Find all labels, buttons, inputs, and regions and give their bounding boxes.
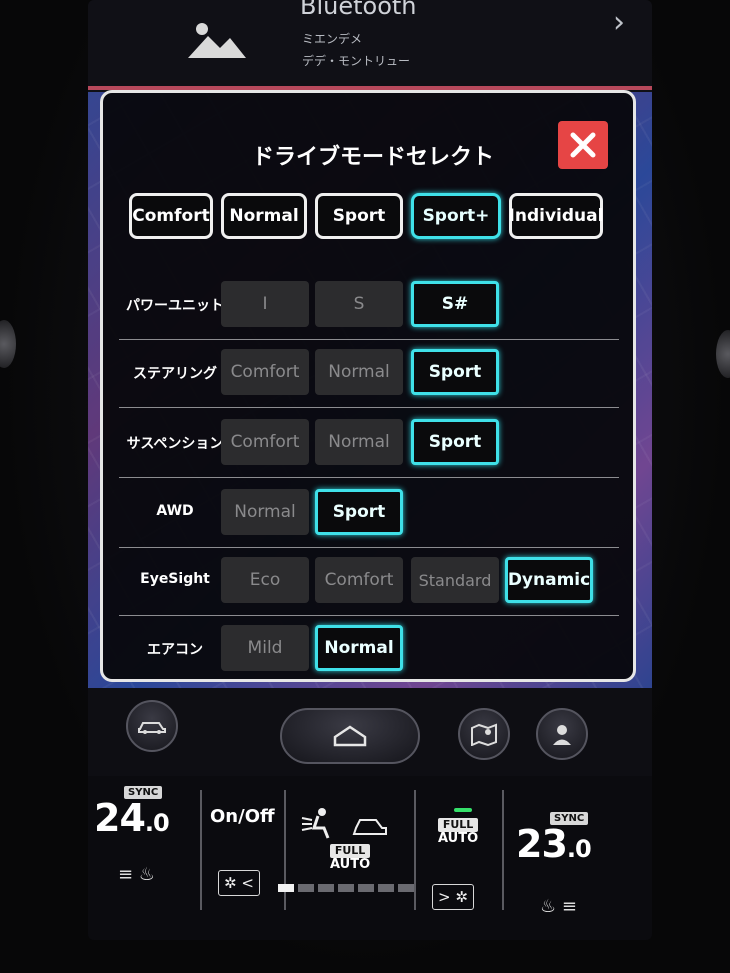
setting-option-i[interactable]: I [221,281,309,327]
setting-option-comfort[interactable]: Comfort [221,419,309,465]
fan-down-button[interactable]: ✲ < [218,870,260,896]
airflow-full-auto: FULL AUTO [330,844,371,872]
display-bezel: Bluetooth ミエンデメ デデ・モントリュー › SYNC 24.0 ≡ … [0,0,730,973]
person-icon [553,725,571,745]
chevron-right-icon[interactable]: › [613,5,625,40]
mode-button-individual[interactable]: Individual [509,193,603,239]
climate-divider [502,790,504,910]
media-track-line2: デデ・モントリュー [302,54,411,68]
setting-option-comfort[interactable]: Comfort [221,349,309,395]
setting-label: パワーユニット [126,298,224,314]
home-button[interactable] [280,708,420,764]
setting-option-s[interactable]: S [315,281,403,327]
media-source-title: Bluetooth [300,0,417,20]
close-icon [570,132,596,158]
setting-row: AWD Normal Sport [119,479,623,547]
row-divider [119,407,619,408]
mode-selector: Comfort Normal Sport Sport+ Individual [129,193,603,239]
mode-button-sport[interactable]: Sport [315,193,403,239]
car-icon [138,722,166,734]
right-knob[interactable] [716,330,730,378]
climate-divider [284,790,286,910]
setting-option-mild[interactable]: Mild [221,625,309,671]
close-button[interactable] [558,121,608,169]
screen: Bluetooth ミエンデメ デデ・モントリュー › SYNC 24.0 ≡ … [88,0,652,940]
setting-option-eco[interactable]: Eco [221,557,309,603]
mode-button-comfort[interactable]: Comfort [129,193,213,239]
setting-option-sport[interactable]: Sport [411,419,499,465]
map-icon [471,723,497,746]
bottom-nav [88,688,652,778]
setting-option-normal[interactable]: Normal [221,489,309,535]
dialog-title: ドライブモードセレクト [251,145,494,170]
row-divider [119,477,619,478]
setting-row: サスペンション Comfort Normal Sport [119,409,623,477]
map-button[interactable] [458,708,510,760]
setting-label: EyeSight [140,571,210,587]
setting-option-s-sharp[interactable]: S# [411,281,499,327]
setting-label: エアコン [147,642,203,658]
fan-full-auto-button[interactable]: FULL AUTO [438,818,479,846]
climate-divider [200,790,202,910]
auto-indicator-led [454,808,472,812]
driver-temperature[interactable]: 24.0 [94,796,170,840]
setting-label: ステアリング [133,366,217,382]
setting-option-normal[interactable]: Normal [315,419,403,465]
mode-button-sport-plus[interactable]: Sport+ [411,193,501,239]
setting-option-normal[interactable]: Normal [315,625,403,671]
setting-row: パワーユニット I S S# [119,271,623,339]
driver-seat-heater-icon[interactable]: ≡ ♨ [118,864,155,885]
climate-panel: SYNC 24.0 ≡ ♨ On/Off ✲ < FULLAUTO FULL [88,776,652,940]
fan-up-button[interactable]: > ✲ [432,884,474,910]
climate-divider [414,790,416,910]
media-bar[interactable]: Bluetooth ミエンデメ デデ・モントリュー › [88,0,652,92]
drive-mode-dialog: ドライブモードセレクト Comfort Normal Sport Sport+ Indi… [100,90,636,682]
setting-row: エアコン Mild Normal [119,615,623,683]
airflow-mode-icon[interactable] [300,806,390,840]
setting-label: AWD [156,503,194,519]
setting-option-standard[interactable]: Standard [411,557,499,603]
profile-button[interactable] [536,708,588,760]
setting-option-sport[interactable]: Sport [315,489,403,535]
passenger-temperature[interactable]: 23.0 [516,822,592,866]
fan-speed-bar[interactable] [278,884,414,892]
setting-option-sport[interactable]: Sport [411,349,499,395]
setting-option-dynamic[interactable]: Dynamic [505,557,593,603]
setting-label: サスペンション [126,436,224,452]
home-icon [333,725,367,747]
setting-row: ステアリング Comfort Normal Sport [119,339,623,407]
setting-row: EyeSight Eco Comfort Standard Dynamic [119,547,623,615]
left-knob[interactable] [0,320,16,368]
mode-button-normal[interactable]: Normal [221,193,307,239]
album-art-icon [188,23,246,58]
setting-option-comfort[interactable]: Comfort [315,557,403,603]
setting-option-normal[interactable]: Normal [315,349,403,395]
passenger-seat-heater-icon[interactable]: ♨ ≡ [540,896,577,917]
climate-onoff-button[interactable]: On/Off [210,806,275,827]
media-track-line1: ミエンデメ [302,32,363,46]
vehicle-button[interactable] [126,700,178,752]
